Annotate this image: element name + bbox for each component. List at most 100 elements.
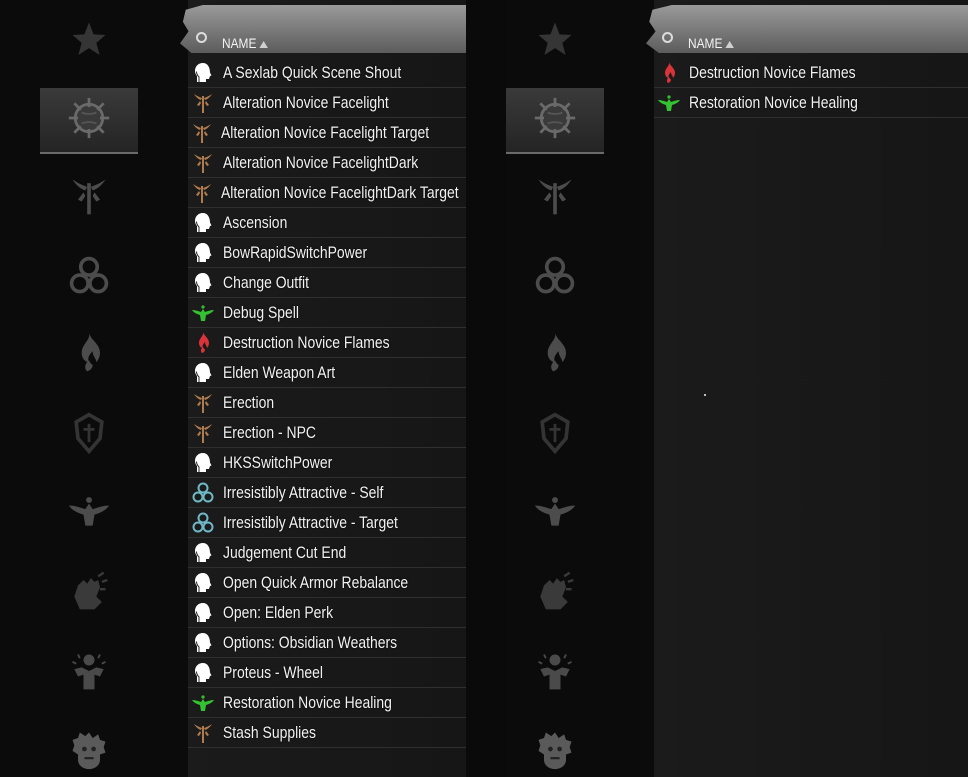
name-sort-label[interactable]: NAME	[222, 35, 269, 51]
category-alteration-totem[interactable]	[40, 165, 138, 231]
category-power-hand[interactable]	[506, 560, 604, 626]
spell-name: Stash Supplies	[223, 722, 316, 742]
category-star[interactable]	[40, 8, 138, 74]
spell-name: Restoration Novice Healing	[689, 92, 858, 112]
spell-name: Erection - NPC	[223, 422, 316, 442]
spell-list-item[interactable]: HKSSwitchPower	[188, 448, 466, 478]
right-spell-list: NAME Destruction Novice Flames Restoratio…	[646, 0, 968, 777]
sort-ascending-icon	[725, 40, 735, 48]
spell-list-item[interactable]: Alteration Novice Facelight Target	[188, 118, 466, 148]
right-name-header[interactable]: NAME	[646, 5, 968, 53]
destruction-fire-icon	[533, 331, 577, 380]
category-character-figure[interactable]	[506, 640, 604, 706]
spell-name: Irresistibly Attractive - Self	[223, 482, 384, 502]
left-magic-menu: NAME A Sexlab Quick Scene Shout Alteratio…	[0, 0, 466, 777]
category-destruction-fire[interactable]	[506, 322, 604, 388]
spell-name: Alteration Novice FacelightDark Target	[221, 182, 459, 202]
spell-name: Options: Obsidian Weathers	[223, 632, 398, 652]
spell-name: HKSSwitchPower	[223, 452, 333, 472]
spell-list-item[interactable]: Restoration Novice Healing	[654, 88, 968, 118]
category-power-hand[interactable]	[40, 560, 138, 626]
head-profile-icon	[190, 660, 216, 686]
right-items: Destruction Novice Flames Restoration Nov…	[654, 58, 968, 118]
spell-list-item[interactable]: Irresistibly Attractive - Target	[188, 508, 466, 538]
spell-name: Change Outfit	[223, 272, 310, 292]
alteration-totem-icon	[67, 174, 111, 223]
spell-list-item[interactable]: Judgement Cut End	[188, 538, 466, 568]
spell-list-item[interactable]: Change Outfit	[188, 268, 466, 298]
category-star[interactable]	[506, 8, 604, 74]
character-figure-icon	[533, 649, 577, 698]
star-icon	[67, 17, 111, 66]
header-circle-icon	[196, 32, 207, 43]
spell-name: Destruction Novice Flames	[223, 332, 390, 352]
spell-list-item[interactable]: BowRapidSwitchPower	[188, 238, 466, 268]
alteration-totem-icon	[190, 150, 216, 176]
left-category-bar	[40, 0, 138, 777]
alteration-totem-icon	[533, 174, 577, 223]
spell-list-item[interactable]: Erection - NPC	[188, 418, 466, 448]
spell-name: Destruction Novice Flames	[689, 62, 856, 82]
category-restoration-wings[interactable]	[40, 480, 138, 546]
spell-list-item[interactable]: Alteration Novice FacelightDark	[188, 148, 466, 178]
left-items: A Sexlab Quick Scene Shout Alteration Nov…	[188, 58, 466, 748]
spell-list-item[interactable]: Restoration Novice Healing	[188, 688, 466, 718]
spell-name: Elden Weapon Art	[223, 362, 336, 382]
category-face-mask[interactable]	[506, 718, 604, 777]
spell-name: Proteus - Wheel	[223, 662, 323, 682]
spell-list-item[interactable]: Open: Elden Perk	[188, 598, 466, 628]
restoration-wings-icon	[190, 300, 216, 326]
category-restoration-wings[interactable]	[506, 480, 604, 546]
head-profile-icon	[190, 60, 216, 86]
spell-name: Erection	[223, 392, 275, 412]
alteration-totem-icon	[190, 420, 216, 446]
restoration-wings-icon	[533, 489, 577, 538]
conjuration-shield-icon	[533, 411, 577, 460]
destruction-fire-icon	[190, 330, 216, 356]
spell-list-item[interactable]: Proteus - Wheel	[188, 658, 466, 688]
spell-list-item[interactable]: Stash Supplies	[188, 718, 466, 748]
alteration-totem-icon	[190, 90, 216, 116]
left-spell-list: NAME A Sexlab Quick Scene Shout Alteratio…	[180, 0, 466, 777]
spell-list-item[interactable]: Elden Weapon Art	[188, 358, 466, 388]
spell-list-item[interactable]: Destruction Novice Flames	[654, 58, 968, 88]
spell-list-item[interactable]: Destruction Novice Flames	[188, 328, 466, 358]
name-sort-label[interactable]: NAME	[688, 35, 735, 51]
spell-list-item[interactable]: Open Quick Armor Rebalance	[188, 568, 466, 598]
head-profile-icon	[190, 240, 216, 266]
spell-list-item[interactable]: A Sexlab Quick Scene Shout	[188, 58, 466, 88]
right-magic-menu: NAME Destruction Novice Flames Restoratio…	[466, 0, 968, 777]
spell-list-item[interactable]: Erection	[188, 388, 466, 418]
left-name-header[interactable]: NAME	[180, 5, 466, 53]
head-profile-icon	[190, 270, 216, 296]
spell-name: Open: Elden Perk	[223, 602, 334, 622]
category-conjuration-shield[interactable]	[40, 402, 138, 468]
category-illusion-rings[interactable]	[506, 245, 604, 311]
spell-name: Alteration Novice Facelight	[223, 92, 389, 112]
header-circle-icon	[662, 32, 673, 43]
category-illusion-rings[interactable]	[40, 245, 138, 311]
category-character-figure[interactable]	[40, 640, 138, 706]
category-alteration-school[interactable]	[506, 88, 604, 154]
spell-list-item[interactable]: Irresistibly Attractive - Self	[188, 478, 466, 508]
category-conjuration-shield[interactable]	[506, 402, 604, 468]
spell-list-item[interactable]: Options: Obsidian Weathers	[188, 628, 466, 658]
illusion-rings-icon	[533, 254, 577, 303]
category-destruction-fire[interactable]	[40, 322, 138, 388]
restoration-wings-icon	[190, 690, 216, 716]
spell-name: Alteration Novice FacelightDark	[223, 152, 419, 172]
category-face-mask[interactable]	[40, 718, 138, 777]
category-alteration-school[interactable]	[40, 88, 138, 154]
spell-list-item[interactable]: Ascension	[188, 208, 466, 238]
spell-name: Open Quick Armor Rebalance	[223, 572, 409, 592]
head-profile-icon	[190, 360, 216, 386]
spell-list-item[interactable]: Alteration Novice Facelight	[188, 88, 466, 118]
spell-list-item[interactable]: Alteration Novice FacelightDark Target	[188, 178, 466, 208]
head-profile-icon	[190, 540, 216, 566]
spell-list-item[interactable]: Debug Spell	[188, 298, 466, 328]
spell-name: Debug Spell	[223, 302, 299, 322]
face-mask-icon	[533, 727, 577, 776]
spell-name: A Sexlab Quick Scene Shout	[223, 62, 402, 82]
category-alteration-totem[interactable]	[506, 165, 604, 231]
head-profile-icon	[190, 630, 216, 656]
